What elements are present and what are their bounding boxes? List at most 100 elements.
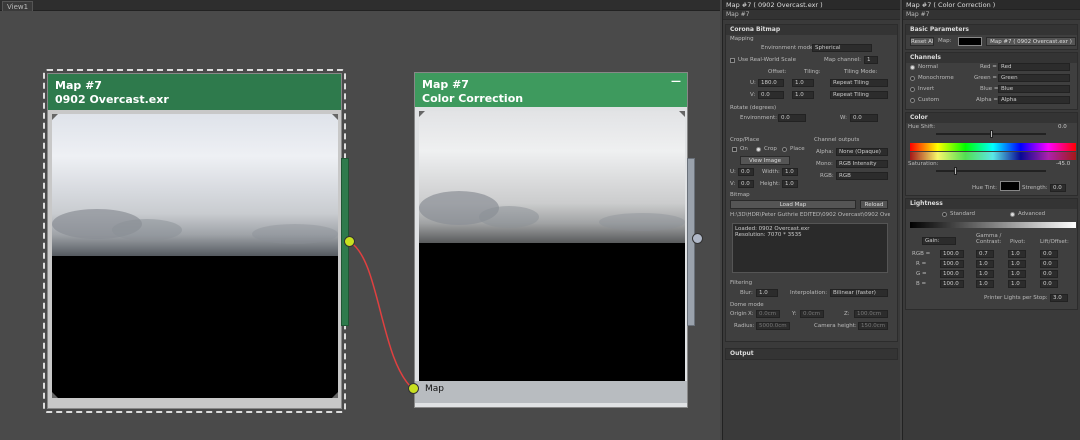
gain-r[interactable]: 100.0 xyxy=(940,260,964,268)
bitmap-node-header[interactable]: Map #7 0902 Overcast.exr xyxy=(48,74,341,110)
gain-g[interactable]: 100.0 xyxy=(940,270,964,278)
v-tiling-field[interactable]: 1.0 xyxy=(792,91,814,99)
collapse-button[interactable]: — xyxy=(671,75,681,89)
basic-params-rollout: Basic Parameters Reset All Map: Map #7 (… xyxy=(905,24,1078,50)
cc-node-footer: Map xyxy=(415,381,687,403)
env-mode-dropdown[interactable]: Spherical xyxy=(812,44,872,52)
blur-field[interactable]: 1.0 xyxy=(756,289,778,297)
view-image-button[interactable]: View Image xyxy=(740,156,790,165)
cc-node-header[interactable]: Map #7 Color Correction — xyxy=(415,73,687,107)
u-tiling-field[interactable]: 1.0 xyxy=(792,79,814,87)
panel2-name-field[interactable]: Map #7 xyxy=(903,10,1080,20)
saturation-track[interactable] xyxy=(936,170,1046,172)
gamma-g[interactable]: 1.0 xyxy=(976,270,994,278)
u-offset-field[interactable]: 180.0 xyxy=(758,79,784,87)
saturation-thumb[interactable] xyxy=(954,167,957,175)
panel1-name-field[interactable]: Map #7 xyxy=(723,10,900,20)
cc-output-socket[interactable] xyxy=(692,233,703,244)
bitmap-path[interactable]: H:\3D\HDR\Peter Guthrie EDITED\0902 Over… xyxy=(730,212,890,218)
origin-y-field[interactable]: 0.0cm xyxy=(800,310,824,318)
advanced-radio[interactable] xyxy=(1010,212,1015,217)
cc-input-socket[interactable] xyxy=(408,383,419,394)
reset-all-button[interactable]: Reset All xyxy=(910,37,934,46)
environment-field[interactable]: 0.0 xyxy=(778,114,806,122)
color-correction-node[interactable]: Map #7 Color Correction — Map xyxy=(414,72,688,408)
map-channel-field[interactable]: 1 xyxy=(864,56,878,64)
hue-shift-thumb[interactable] xyxy=(990,130,993,138)
rgb-out-dropdown[interactable]: RGB xyxy=(836,172,888,180)
w-field[interactable]: 0.0 xyxy=(850,114,878,122)
pivot-g[interactable]: 1.0 xyxy=(1008,270,1026,278)
origin-x-field[interactable]: 0.0cm xyxy=(756,310,780,318)
monochrome-radio[interactable] xyxy=(910,76,915,81)
gain-rgb[interactable]: 100.0 xyxy=(940,250,964,258)
crop-u-field[interactable]: 0.0 xyxy=(738,168,754,176)
invert-radio[interactable] xyxy=(910,87,915,92)
rotate-label: Rotate (degrees) xyxy=(730,105,777,111)
map-swatch[interactable] xyxy=(958,37,982,46)
lift-g[interactable]: 0.0 xyxy=(1040,270,1058,278)
strength-field[interactable]: 0.0 xyxy=(1050,184,1066,192)
color-head[interactable]: Color xyxy=(906,113,1077,123)
crop-v-label: V: xyxy=(730,181,736,187)
gamma-rgb[interactable]: 0.7 xyxy=(976,250,994,258)
lightness-head[interactable]: Lightness xyxy=(906,199,1077,209)
pivot-r[interactable]: 1.0 xyxy=(1008,260,1026,268)
lift-b[interactable]: 0.0 xyxy=(1040,280,1058,288)
load-map-button[interactable]: Load Map xyxy=(730,200,856,209)
gain-dropdown[interactable]: Gain: xyxy=(922,237,956,245)
bitmap-node[interactable]: Map #7 0902 Overcast.exr xyxy=(47,73,342,409)
crop-u-label: U: xyxy=(730,169,736,175)
radius-field[interactable]: 5000.0cm xyxy=(756,322,790,330)
crop-on-checkbox[interactable] xyxy=(732,147,737,152)
alpha-out-dropdown[interactable]: None (Opaque) xyxy=(836,148,888,156)
hue-tint-swatch[interactable] xyxy=(1000,181,1020,191)
cc-node-title: Map #7 xyxy=(422,78,469,91)
crop-radio[interactable] xyxy=(756,147,761,152)
map-slot-button[interactable]: Map #7 ( 0902 Overcast.exr ) xyxy=(986,37,1076,46)
camera-height-field[interactable]: 150.0cm xyxy=(858,322,888,330)
origin-label: Origin xyxy=(730,311,747,317)
green-dropdown[interactable]: Green xyxy=(998,74,1070,82)
pivot-rgb[interactable]: 1.0 xyxy=(1008,250,1026,258)
place-radio[interactable] xyxy=(782,147,787,152)
v-tiling-mode[interactable]: Repeat Tiling xyxy=(830,91,888,99)
bitmap-output-socket[interactable] xyxy=(344,236,355,247)
gamma-b[interactable]: 1.0 xyxy=(976,280,994,288)
tiling-mode-header: Tiling Mode: xyxy=(844,69,878,75)
saturation-field[interactable]: -45.0 xyxy=(1054,161,1074,169)
normal-radio[interactable] xyxy=(910,65,915,70)
crop-width-field[interactable]: 1.0 xyxy=(782,168,798,176)
node-editor-view[interactable]: View1 Map #7 0902 Overcast.exr Map #7 Co… xyxy=(0,0,720,440)
blue-dropdown[interactable]: Blue xyxy=(998,85,1070,93)
origin-z-field[interactable]: 100.0cm xyxy=(854,310,888,318)
real-world-scale-checkbox[interactable] xyxy=(730,58,735,63)
mono-out-label: Mono: xyxy=(816,161,833,167)
lift-r[interactable]: 0.0 xyxy=(1040,260,1058,268)
normal-label: Normal xyxy=(918,64,938,70)
mono-out-dropdown[interactable]: RGB Intensity xyxy=(836,160,888,168)
gamma-r[interactable]: 1.0 xyxy=(976,260,994,268)
standard-radio[interactable] xyxy=(942,212,947,217)
crop-height-field[interactable]: 1.0 xyxy=(782,180,798,188)
reload-button[interactable]: Reload xyxy=(860,200,888,209)
v-offset-field[interactable]: 0.0 xyxy=(758,91,784,99)
basic-params-head[interactable]: Basic Parameters xyxy=(906,25,1077,35)
custom-label: Custom xyxy=(918,97,940,103)
alpha-dropdown[interactable]: Alpha xyxy=(998,96,1070,104)
interp-label: Interpolation: xyxy=(790,290,828,296)
lift-rgb[interactable]: 0.0 xyxy=(1040,250,1058,258)
corona-bitmap-rollout-head[interactable]: Corona Bitmap xyxy=(726,25,897,35)
red-dropdown[interactable]: Red xyxy=(998,63,1070,71)
gain-b[interactable]: 100.0 xyxy=(940,280,964,288)
hue-shift-field[interactable]: 0.0 xyxy=(1056,124,1072,132)
bitmap-node-subtitle: 0902 Overcast.exr xyxy=(55,93,169,106)
output-rollout-head[interactable]: Output xyxy=(726,349,897,359)
channels-head[interactable]: Channels xyxy=(906,53,1077,63)
interp-dropdown[interactable]: Bilinear (faster) xyxy=(830,289,888,297)
u-tiling-mode[interactable]: Repeat Tiling xyxy=(830,79,888,87)
printer-lights-field[interactable]: 3.0 xyxy=(1050,294,1068,302)
custom-radio[interactable] xyxy=(910,98,915,103)
crop-v-field[interactable]: 0.0 xyxy=(738,180,754,188)
pivot-b[interactable]: 1.0 xyxy=(1008,280,1026,288)
